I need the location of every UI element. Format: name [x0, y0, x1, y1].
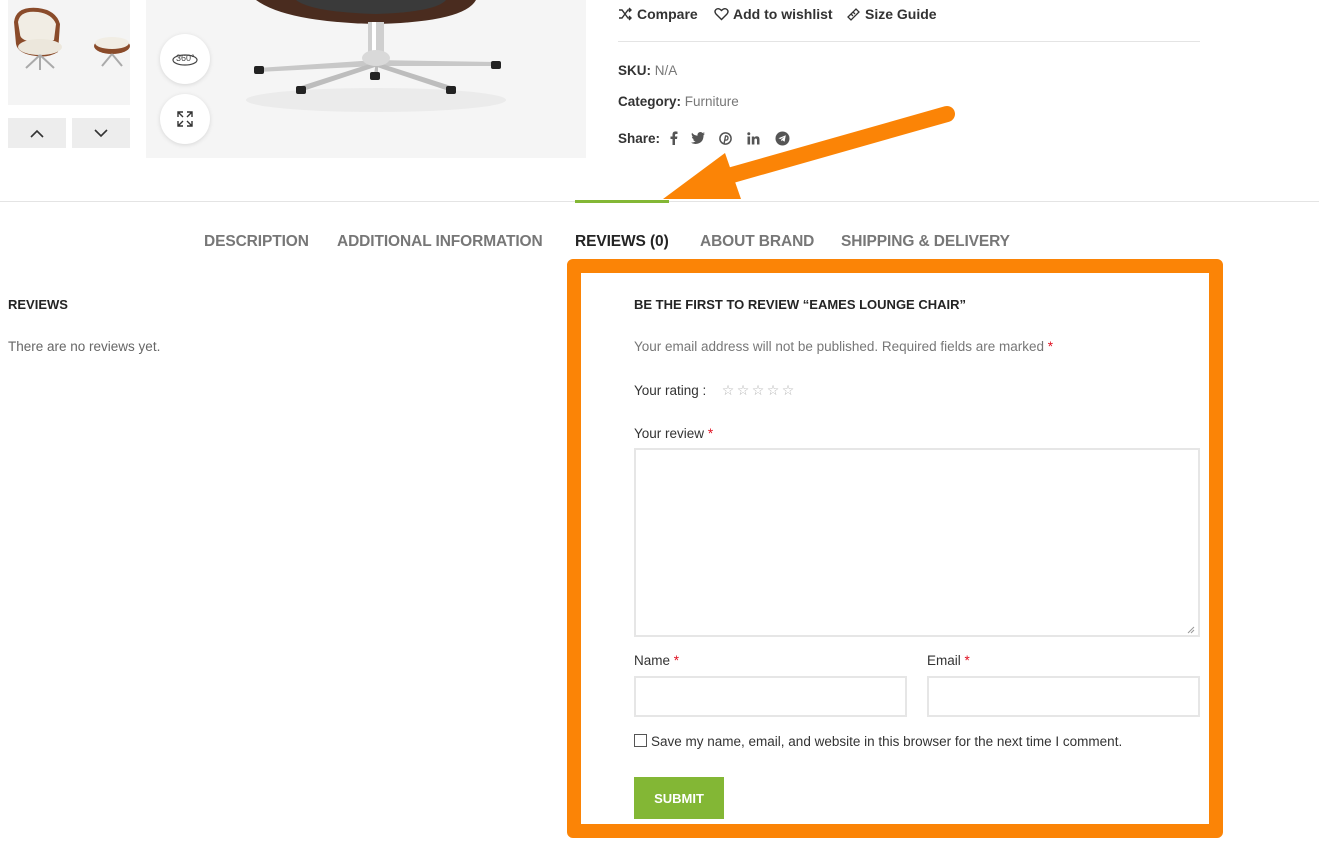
- sku-value: N/A: [654, 63, 678, 78]
- thumbnail-prev-button[interactable]: [8, 118, 66, 148]
- rotate-360-icon: 360°: [172, 53, 198, 66]
- compare-link[interactable]: Compare: [618, 5, 698, 23]
- ruler-icon: [847, 8, 860, 21]
- expand-icon: [177, 111, 193, 127]
- size-guide-label: Size Guide: [865, 6, 937, 22]
- compare-label: Compare: [637, 6, 698, 22]
- annotation-arrow-icon: [663, 106, 955, 199]
- tab-shipping-delivery[interactable]: SHIPPING & DELIVERY: [841, 233, 1010, 251]
- view-360-button[interactable]: 360°: [160, 34, 210, 84]
- meta-divider: [618, 41, 1200, 42]
- wishlist-label: Add to wishlist: [733, 6, 833, 22]
- thumbnail-next-button[interactable]: [72, 118, 130, 148]
- lounge-chair-base-image: [146, 0, 586, 158]
- highlight-box: [567, 259, 1223, 838]
- tab-reviews[interactable]: REVIEWS (0): [575, 233, 669, 251]
- sku-label: SKU:: [618, 63, 651, 78]
- reviews-heading: REVIEWS: [8, 297, 68, 312]
- tab-about-brand[interactable]: ABOUT BRAND: [700, 233, 814, 251]
- shuffle-icon: [619, 7, 632, 21]
- tab-description[interactable]: DESCRIPTION: [204, 233, 309, 251]
- product-main-image[interactable]: [146, 0, 586, 158]
- chevron-up-icon: [30, 129, 44, 138]
- add-to-wishlist-link[interactable]: Add to wishlist: [714, 5, 833, 23]
- share-label: Share:: [618, 131, 661, 146]
- heart-icon: [714, 8, 729, 21]
- no-reviews-text: There are no reviews yet.: [8, 339, 161, 354]
- gallery-thumbnail[interactable]: [8, 0, 130, 105]
- fullscreen-button[interactable]: [160, 94, 210, 144]
- sku-line: SKU: N/A: [618, 63, 677, 78]
- tab-additional-information[interactable]: ADDITIONAL INFORMATION: [337, 233, 543, 251]
- lounge-chair-thumbnail-image: [8, 0, 130, 105]
- chevron-down-icon: [94, 128, 108, 137]
- svg-text:360°: 360°: [176, 53, 195, 63]
- size-guide-link[interactable]: Size Guide: [846, 5, 937, 23]
